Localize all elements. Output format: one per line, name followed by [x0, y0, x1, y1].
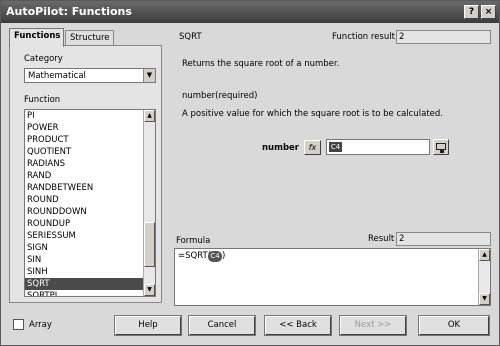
tab-structure-label: Structure — [70, 33, 110, 43]
array-checkbox[interactable] — [13, 319, 24, 330]
function-result-label: Function result — [332, 32, 395, 42]
result-field: 2 — [396, 232, 491, 246]
formula-scrollbar[interactable]: ▲ ▼ — [478, 249, 490, 305]
formula-editor[interactable]: =SQRT( C4 ) ▲ ▼ — [174, 248, 491, 306]
list-item[interactable]: RADIANS — [25, 158, 144, 170]
scroll-up-icon[interactable]: ▲ — [144, 110, 155, 122]
result-label: Result — [368, 234, 395, 244]
list-item[interactable]: SQRTPI — [25, 290, 144, 296]
tab-functions-label: Functions — [14, 31, 61, 41]
functions-tab-panel: Category Mathematical ▼ Function PI POWER… — [9, 45, 162, 303]
argument-label: number — [262, 143, 300, 153]
help-button-label: Help — [138, 320, 158, 330]
autopilot-functions-dialog: AutoPilot: Functions ? × Functions Struc… — [0, 0, 500, 346]
formula-label: Formula — [176, 236, 211, 246]
list-item[interactable]: ROUNDUP — [25, 218, 144, 230]
help-button[interactable]: Help — [115, 316, 181, 335]
ok-button-label: OK — [447, 320, 461, 330]
parameter-description: A positive value for which the square ro… — [182, 109, 443, 119]
category-value: Mathematical — [28, 71, 86, 81]
list-item[interactable]: RANDBETWEEN — [25, 182, 144, 194]
argument-input[interactable]: C4 — [326, 139, 430, 155]
list-item[interactable]: SERIESSUM — [25, 230, 144, 242]
tab-functions[interactable]: Functions — [9, 28, 64, 47]
window-title: AutoPilot: Functions — [6, 5, 132, 18]
formula-reference: C4 — [208, 251, 222, 262]
list-item[interactable]: QUOTIENT — [25, 146, 144, 158]
fx-icon: fx — [308, 143, 317, 152]
cancel-button-label: Cancel — [207, 320, 237, 330]
argument-value: C4 — [329, 142, 342, 152]
cancel-button[interactable]: Cancel — [189, 316, 255, 335]
function-wizard-button[interactable]: fx — [304, 140, 321, 155]
function-name: SQRT — [179, 32, 202, 42]
formula-prefix: =SQRT( — [178, 251, 212, 261]
result-value: 2 — [399, 234, 405, 244]
back-button-label: << Back — [279, 320, 317, 330]
list-item[interactable]: POWER — [25, 122, 144, 134]
list-item[interactable]: RAND — [25, 170, 144, 182]
parameter-name: number(required) — [182, 91, 258, 101]
list-item[interactable]: ROUNDDOWN — [25, 206, 144, 218]
ok-button[interactable]: OK — [419, 316, 489, 335]
next-button-label: Next >> — [354, 320, 392, 330]
formula-scroll-down-icon[interactable]: ▼ — [479, 293, 490, 305]
list-item[interactable]: PI — [25, 110, 144, 122]
function-listbox[interactable]: PI POWER PRODUCT QUOTIENT RADIANS RAND RANDBET… — [24, 109, 156, 297]
list-item[interactable]: SQRT — [25, 278, 144, 290]
list-item[interactable]: SIN — [25, 254, 144, 266]
array-label: Array — [29, 320, 52, 330]
function-description: Returns the square root of a number. — [182, 59, 340, 69]
formula-suffix: ) — [222, 251, 226, 261]
title-bar: AutoPilot: Functions ? × — [1, 1, 499, 23]
list-item[interactable]: SINH — [25, 266, 144, 278]
category-label: Category — [24, 54, 63, 64]
back-button[interactable]: << Back — [265, 316, 331, 335]
close-icon[interactable]: × — [481, 5, 496, 19]
scroll-thumb[interactable] — [144, 222, 155, 267]
chevron-down-icon[interactable]: ▼ — [143, 69, 155, 82]
help-icon[interactable]: ? — [464, 5, 479, 19]
function-result-value: 2 — [399, 32, 405, 42]
list-item[interactable]: PRODUCT — [25, 134, 144, 146]
shrink-icon — [436, 143, 446, 153]
formula-scroll-up-icon[interactable]: ▲ — [479, 249, 490, 261]
function-list-label: Function — [24, 95, 61, 105]
list-item[interactable]: SIGN — [25, 242, 144, 254]
function-list-items: PI POWER PRODUCT QUOTIENT RADIANS RAND RANDBET… — [25, 110, 155, 296]
function-result-field: 2 — [396, 30, 491, 44]
function-list-scrollbar[interactable]: ▲ ▼ — [143, 110, 155, 296]
tab-structure[interactable]: Structure — [65, 30, 114, 46]
list-item[interactable]: ROUND — [25, 194, 144, 206]
scroll-down-icon[interactable]: ▼ — [144, 284, 155, 296]
next-button[interactable]: Next >> — [340, 316, 406, 335]
category-dropdown[interactable]: Mathematical ▼ — [24, 68, 156, 83]
shrink-dialog-button[interactable] — [433, 139, 449, 155]
